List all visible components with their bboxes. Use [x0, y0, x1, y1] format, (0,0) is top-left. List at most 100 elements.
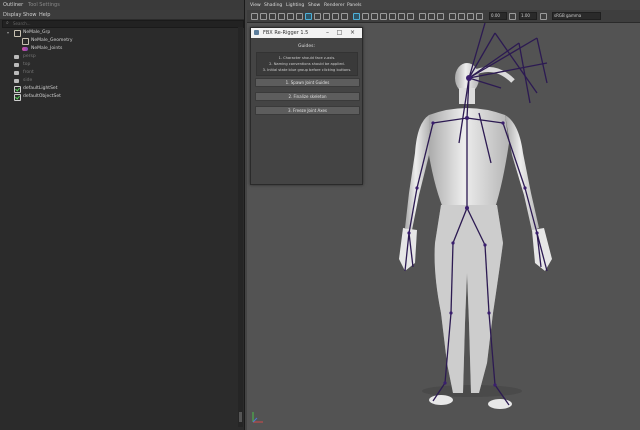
- tool-window-title: FBX Re-Rigger 1.5: [263, 30, 309, 36]
- camera-icon: [14, 79, 19, 83]
- grid-icon[interactable]: [287, 13, 294, 20]
- menu-lighting[interactable]: Lighting: [286, 3, 304, 8]
- gamma-icon[interactable]: [509, 13, 516, 20]
- right-arm-mesh: [505, 115, 539, 231]
- menu-show[interactable]: Show: [308, 3, 320, 8]
- close-icon[interactable]: ×: [348, 29, 357, 37]
- safe-action-icon[interactable]: [332, 13, 339, 20]
- outliner-item-label: NeMale_Grp: [23, 30, 51, 35]
- guide-line: 2. Naming conventions should be applied.: [269, 62, 345, 66]
- depth-of-field-icon[interactable]: [476, 13, 483, 20]
- outliner-search-field[interactable]: ⌕ Search...: [2, 20, 244, 28]
- menu-renderer[interactable]: Renderer: [324, 3, 345, 8]
- outliner-item[interactable]: persp: [0, 53, 244, 61]
- rerigger-tool-window: FBX Re-Rigger 1.5 – □ × Guides: 1. Chara…: [250, 27, 363, 185]
- outliner-menu-bar: Display Show Help: [0, 10, 244, 19]
- axis-gizmo-icon: [252, 412, 263, 423]
- outliner-item[interactable]: front: [0, 69, 244, 77]
- minimize-icon[interactable]: –: [323, 29, 332, 37]
- guides-instructions: 1. Character should face z-axis. 2. Nami…: [256, 52, 358, 76]
- outliner-item-label: NeMale_Joints: [31, 46, 63, 51]
- field-chart-icon[interactable]: [323, 13, 330, 20]
- menu-display[interactable]: Display: [3, 12, 21, 18]
- default-material-icon[interactable]: [371, 13, 378, 20]
- color-management-icon[interactable]: [540, 13, 547, 20]
- outliner-item-label: persp: [23, 54, 36, 59]
- search-placeholder: Search...: [13, 21, 31, 26]
- outliner-scrollbar[interactable]: [238, 27, 243, 427]
- torso-mesh: [427, 108, 509, 208]
- gate-mask-icon[interactable]: [314, 13, 321, 20]
- scrollbar-thumb[interactable]: [239, 412, 242, 422]
- menu-help[interactable]: Help: [39, 12, 50, 18]
- set-icon: [14, 86, 21, 93]
- resolution-gate-icon[interactable]: [305, 13, 312, 20]
- outliner-tabs: Outliner Tool Settings: [0, 0, 244, 10]
- outliner-item-label: side: [23, 78, 33, 83]
- viewport-toolbar: 0.00 1.00 sRGB gamma: [247, 10, 640, 23]
- xray-joints-icon[interactable]: [428, 13, 435, 20]
- camera-icon: [14, 55, 19, 59]
- exposure-field[interactable]: 0.00: [489, 12, 507, 20]
- image-plane-icon[interactable]: [278, 13, 285, 20]
- lights-icon[interactable]: [398, 13, 405, 20]
- finalize-skeleton-button[interactable]: 2. Finalize skeleton: [255, 92, 360, 101]
- app-icon: [254, 30, 259, 35]
- screen-space-ao-icon[interactable]: [449, 13, 456, 20]
- film-gate-icon[interactable]: [296, 13, 303, 20]
- safe-title-icon[interactable]: [341, 13, 348, 20]
- group-icon: [14, 30, 21, 37]
- shadows-icon[interactable]: [407, 13, 414, 20]
- guide-line: 3. Initial state blue group before click…: [262, 68, 352, 72]
- tool-window-titlebar[interactable]: FBX Re-Rigger 1.5 – □ ×: [251, 28, 362, 38]
- set-icon: [14, 94, 21, 101]
- camera-icon: [14, 63, 19, 67]
- colorspace-dropdown[interactable]: sRGB gamma: [552, 12, 601, 20]
- menu-show[interactable]: Show: [23, 12, 37, 18]
- motion-blur-icon[interactable]: [458, 13, 465, 20]
- tab-tool-settings[interactable]: Tool Settings: [28, 2, 60, 8]
- outliner-item[interactable]: ▾ NeMale_Grp: [0, 29, 244, 37]
- outliner-item-label: NeMale_Geometry: [31, 38, 73, 43]
- spawn-joint-guides-button[interactable]: 1. Spawn Joint Guides: [255, 78, 360, 87]
- isolate-select-icon[interactable]: [437, 13, 444, 20]
- bookmarks-icon[interactable]: [269, 13, 276, 20]
- left-arm-mesh: [405, 115, 429, 230]
- group-icon: [22, 38, 29, 45]
- textured-icon[interactable]: [389, 13, 396, 20]
- outliner-item[interactable]: defaultObjectSet: [0, 93, 244, 101]
- select-camera-icon[interactable]: [251, 13, 258, 20]
- maximize-icon[interactable]: □: [335, 29, 344, 37]
- camera-attributes-icon[interactable]: [260, 13, 267, 20]
- joint-icon: [22, 47, 28, 51]
- viewport-menu-bar: View Shading Lighting Show Renderer Pane…: [247, 0, 640, 10]
- outliner-item-label: front: [23, 70, 34, 75]
- outliner-item[interactable]: NeMale_Geometry: [0, 37, 244, 45]
- outliner-panel: Outliner Tool Settings Display Show Help…: [0, 0, 245, 430]
- search-icon: ⌕: [6, 20, 9, 26]
- tab-outliner[interactable]: Outliner: [3, 2, 23, 8]
- outliner-item[interactable]: side: [0, 77, 244, 85]
- menu-shading[interactable]: Shading: [264, 3, 282, 8]
- wireframe-on-shaded-icon[interactable]: [380, 13, 387, 20]
- freeze-joint-axes-button[interactable]: 3. Freeze Joint Axes: [255, 106, 360, 115]
- guides-label: Guides:: [297, 44, 316, 49]
- outliner-item-label: defaultObjectSet: [23, 94, 61, 99]
- guide-line: 1. Character should face z-axis.: [278, 56, 336, 60]
- menu-panels[interactable]: Panels: [347, 3, 361, 8]
- xray-icon[interactable]: [419, 13, 426, 20]
- outliner-item-label: defaultLightSet: [23, 86, 58, 91]
- wireframe-icon[interactable]: [353, 13, 360, 20]
- left-foot-mesh: [429, 395, 453, 405]
- outliner-item[interactable]: NeMale_Joints: [0, 45, 244, 53]
- expand-toggle-icon[interactable]: ▾: [7, 30, 9, 35]
- outliner-item[interactable]: top: [0, 61, 244, 69]
- camera-icon: [14, 71, 19, 75]
- tool-window-body: Guides: 1. Character should face z-axis.…: [251, 38, 362, 184]
- gamma-field[interactable]: 1.00: [519, 12, 537, 20]
- smooth-shade-icon[interactable]: [362, 13, 369, 20]
- menu-view[interactable]: View: [250, 3, 261, 8]
- left-hand-mesh: [399, 228, 417, 271]
- outliner-item[interactable]: defaultLightSet: [0, 85, 244, 93]
- anti-aliasing-icon[interactable]: [467, 13, 474, 20]
